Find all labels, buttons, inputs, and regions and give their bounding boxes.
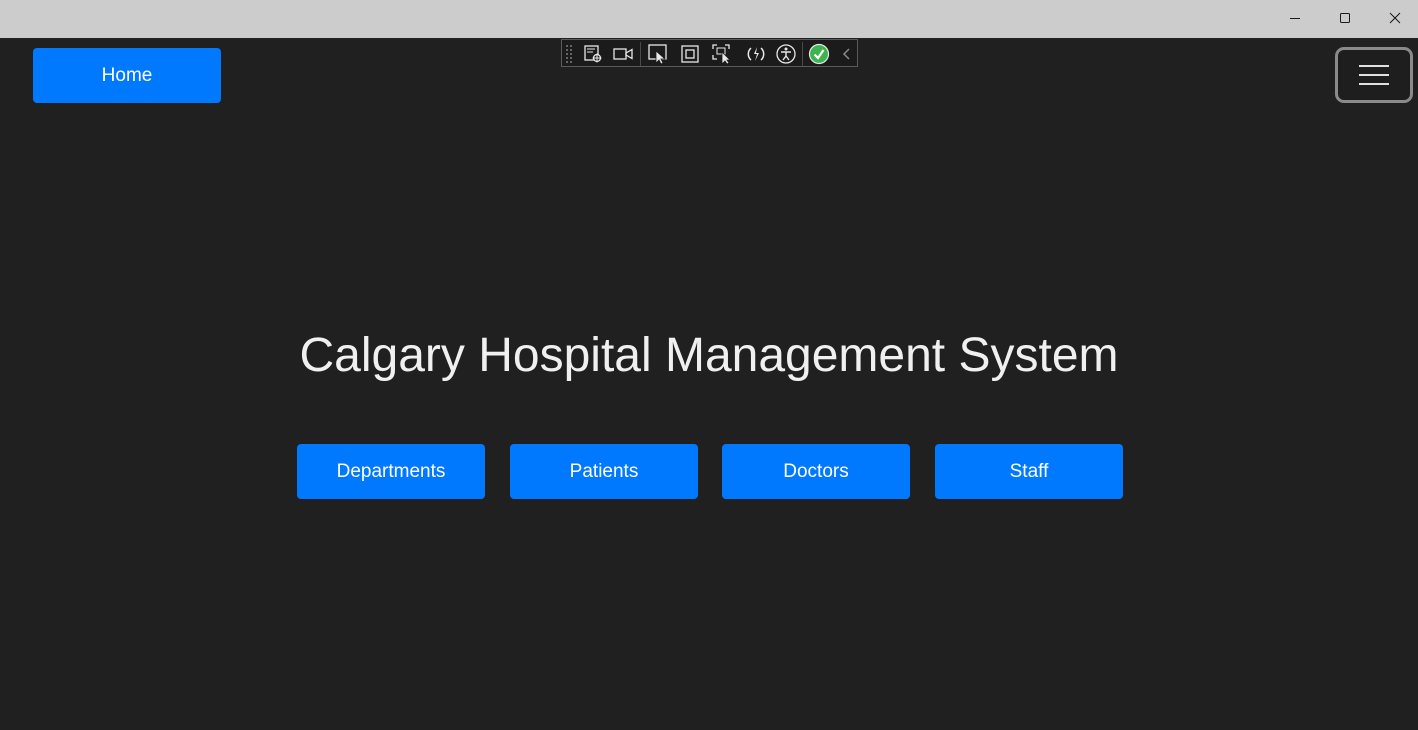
app-content: Home Calgary Hospital Management System … xyxy=(0,38,1418,730)
departments-button[interactable]: Departments xyxy=(297,444,485,499)
xaml-devtools-toolbar xyxy=(561,39,858,67)
track-focus-icon[interactable] xyxy=(711,43,733,65)
select-element-icon[interactable] xyxy=(647,43,669,65)
doctors-button[interactable]: Doctors xyxy=(722,444,910,499)
hot-reload-icon[interactable] xyxy=(745,43,767,65)
toolbar-separator xyxy=(640,42,641,66)
home-button[interactable]: Home xyxy=(33,48,221,103)
toolbar-separator xyxy=(802,42,803,66)
hamburger-menu-icon xyxy=(1359,65,1389,85)
page-title: Calgary Hospital Management System xyxy=(299,329,1119,382)
patients-button[interactable]: Patients xyxy=(510,444,698,499)
maximize-icon[interactable] xyxy=(1320,0,1370,36)
hamburger-menu-button[interactable] xyxy=(1335,47,1413,103)
video-camera-icon[interactable] xyxy=(612,43,634,65)
toolbar-grip-handle[interactable] xyxy=(565,44,573,64)
close-icon[interactable] xyxy=(1370,0,1418,36)
window-title-bar xyxy=(0,0,1418,38)
minimize-icon[interactable] xyxy=(1270,0,1320,36)
live-visual-tree-icon[interactable] xyxy=(582,43,604,65)
binding-check-icon[interactable] xyxy=(808,43,830,65)
staff-button[interactable]: Staff xyxy=(935,444,1123,499)
collapse-chevron-icon[interactable] xyxy=(836,43,858,65)
display-layout-adorners-icon[interactable] xyxy=(679,43,701,65)
accessibility-icon[interactable] xyxy=(775,43,797,65)
